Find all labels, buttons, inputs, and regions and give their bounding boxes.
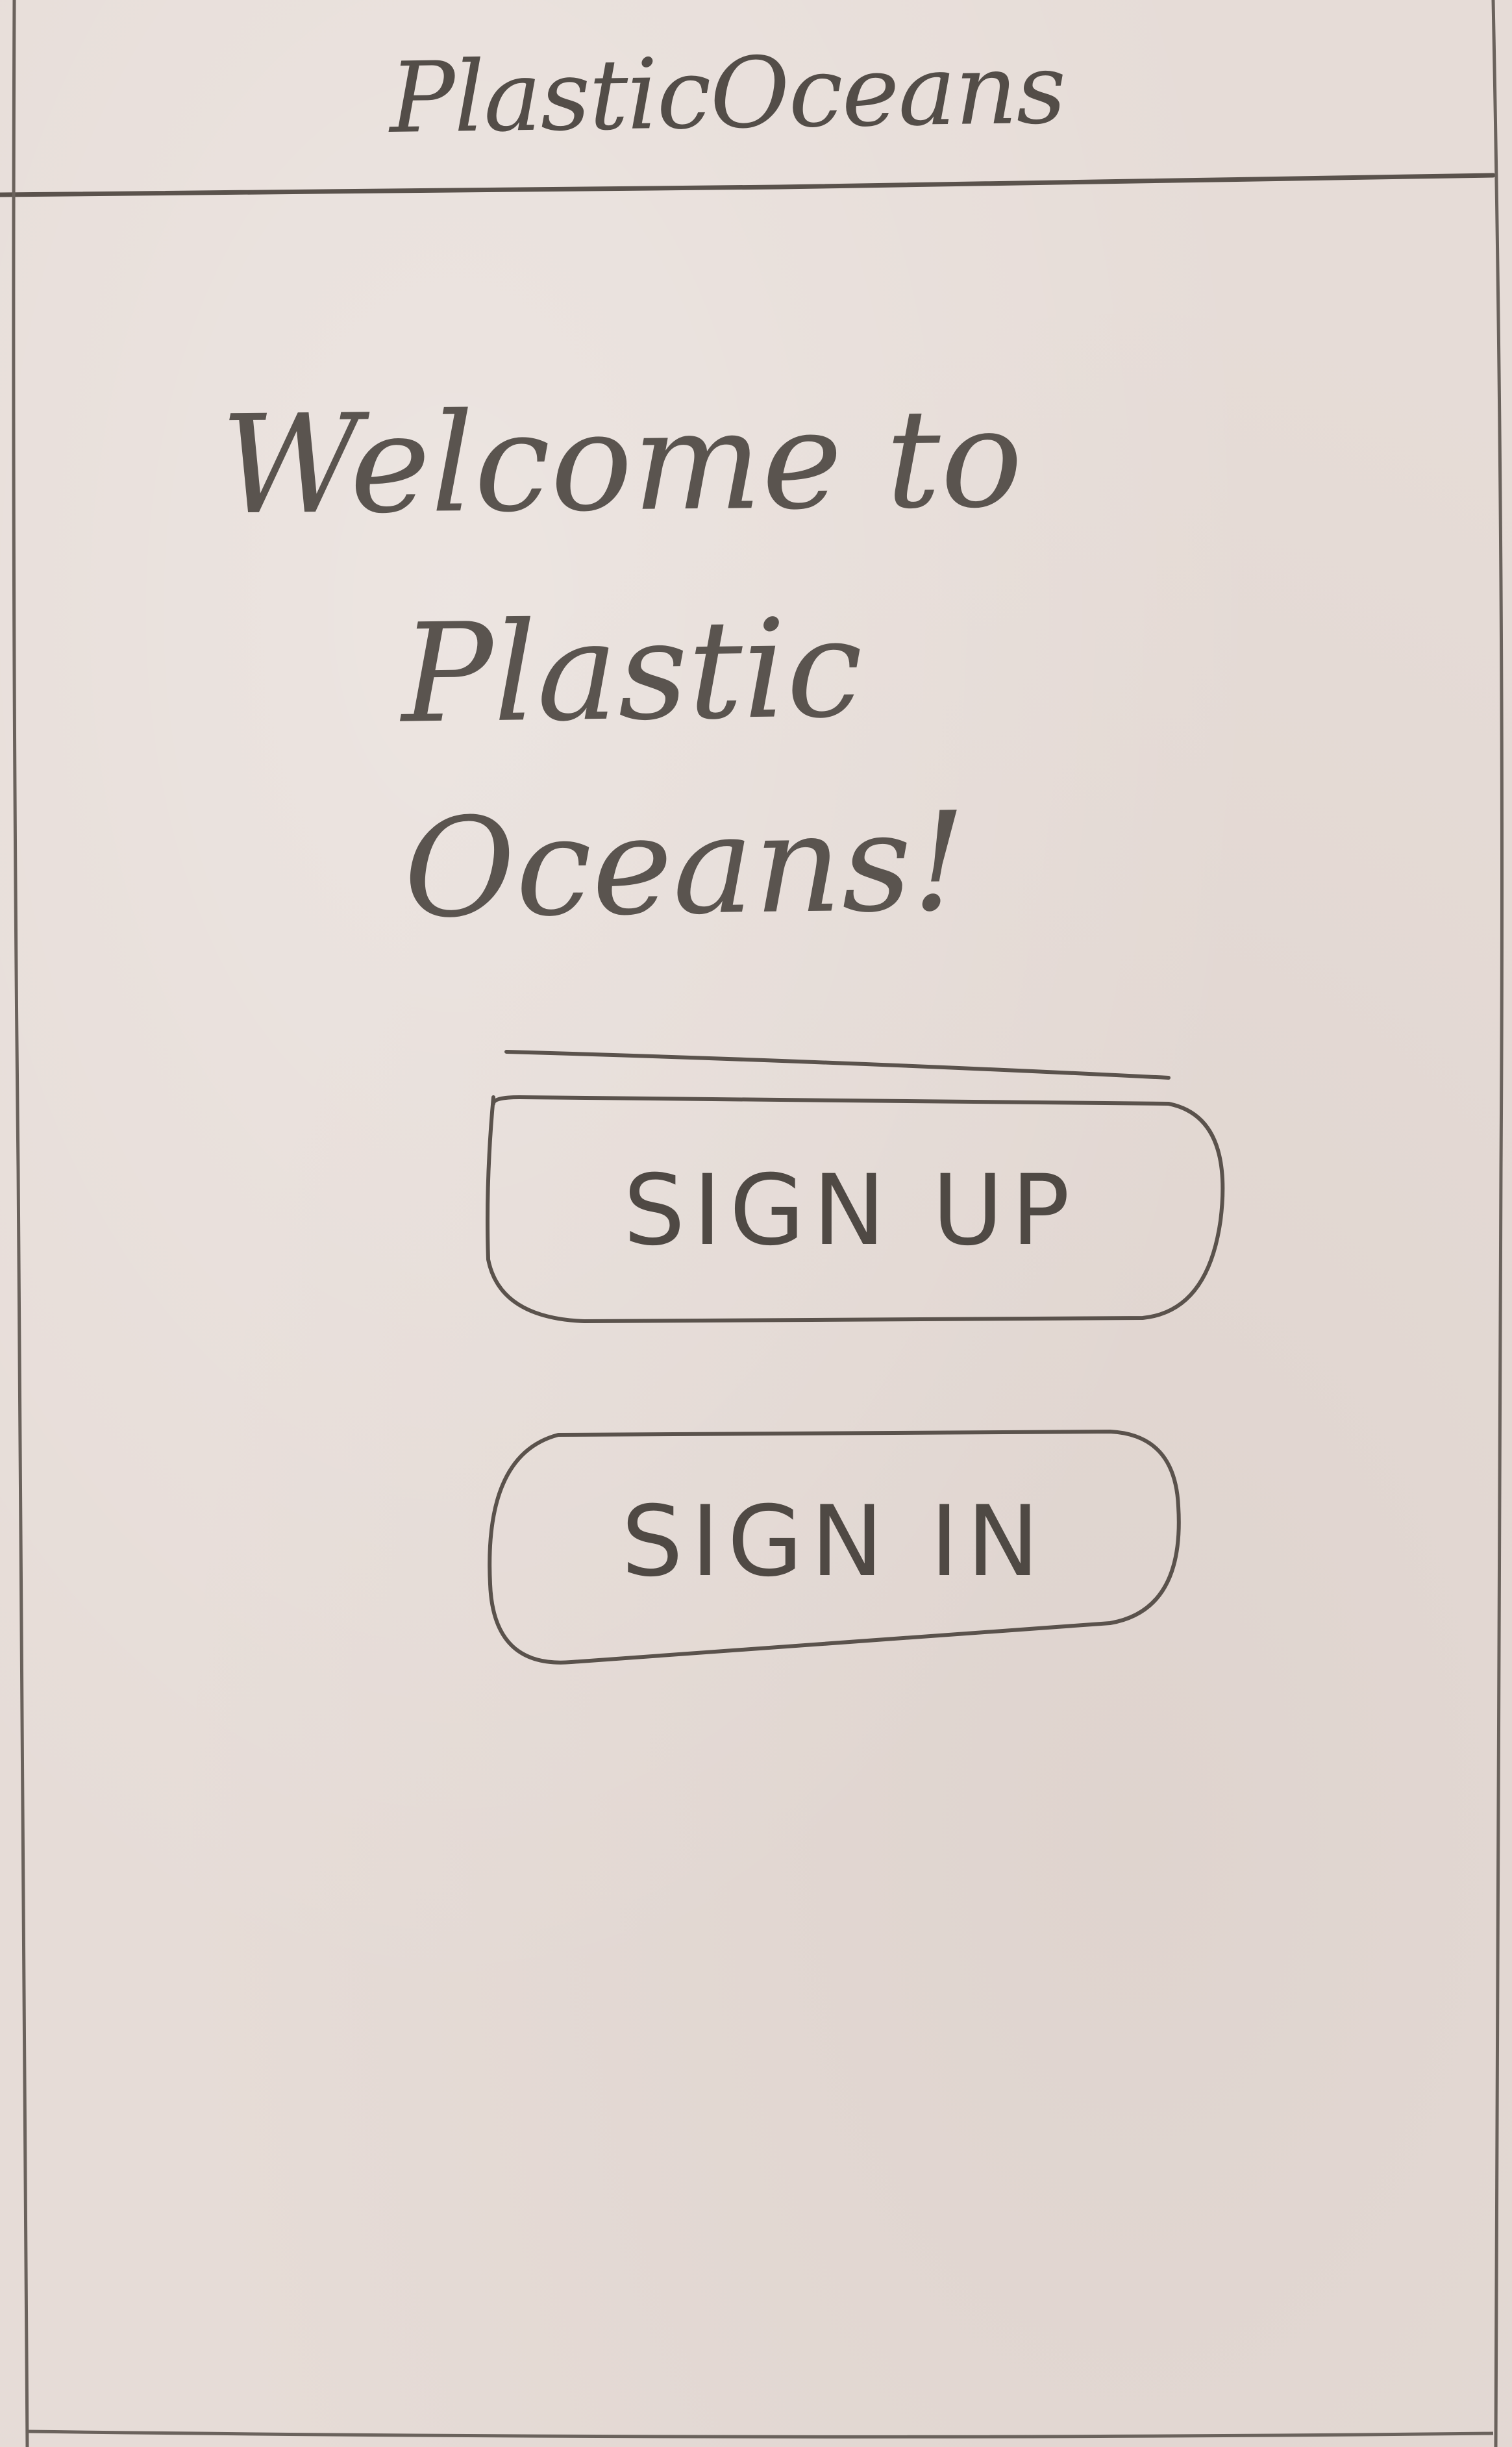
sign-in-button[interactable]: SIGN IN xyxy=(487,1435,1182,1649)
welcome-line-1: Welcome to xyxy=(219,379,1024,545)
welcome-heading: Welcome to Plastic Oceans! xyxy=(220,364,1324,961)
sign-up-button[interactable]: SIGN UP xyxy=(480,1104,1221,1318)
app-title: PlasticOceans xyxy=(388,32,1066,155)
welcome-line-2: Plastic Oceans! xyxy=(400,589,967,949)
